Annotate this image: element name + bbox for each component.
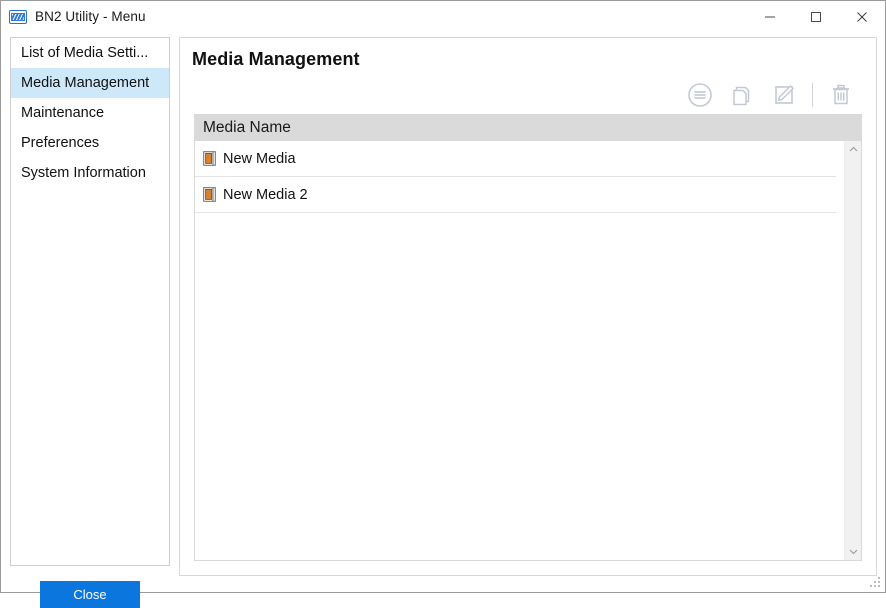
chevron-up-icon[interactable] — [845, 141, 862, 158]
toolbar-separator — [812, 83, 813, 107]
details-icon[interactable] — [683, 78, 717, 112]
app-window: BN2 Utility - Menu List of Media Setti..… — [0, 0, 886, 608]
sidebar-item-maintenance[interactable]: Maintenance — [11, 98, 169, 128]
sidebar-item-media-management[interactable]: Media Management — [11, 68, 169, 98]
sidebar: List of Media Setti... Media Management … — [10, 37, 170, 566]
toolbar — [683, 78, 858, 112]
sidebar-item-list-of-media-settings[interactable]: List of Media Setti... — [11, 38, 169, 68]
minimize-icon[interactable] — [747, 1, 793, 32]
table-header: Media Name — [195, 115, 861, 141]
table-row[interactable]: New Media 2 — [195, 177, 836, 213]
maximize-icon[interactable] — [793, 1, 839, 32]
copy-icon[interactable] — [725, 78, 759, 112]
edit-icon[interactable] — [767, 78, 801, 112]
app-icon — [9, 8, 27, 26]
list-rows: New Media New Media 2 — [195, 141, 844, 560]
row-label: New Media — [223, 150, 296, 167]
window-title: BN2 Utility - Menu — [35, 9, 146, 24]
close-icon[interactable] — [839, 1, 885, 32]
resize-grip[interactable] — [870, 577, 882, 589]
chevron-down-icon[interactable] — [845, 543, 862, 560]
sidebar-item-system-information[interactable]: System Information — [11, 158, 169, 188]
media-icon — [203, 151, 216, 166]
delete-icon[interactable] — [824, 78, 858, 112]
window-controls — [747, 1, 885, 32]
sidebar-item-preferences[interactable]: Preferences — [11, 128, 169, 158]
title-bar: BN2 Utility - Menu — [1, 1, 885, 32]
close-button[interactable]: Close — [40, 581, 140, 608]
table-row[interactable]: New Media — [195, 141, 836, 177]
media-icon — [203, 187, 216, 202]
vertical-scrollbar[interactable] — [844, 141, 861, 560]
column-header-media-name: Media Name — [203, 119, 291, 136]
window-body: List of Media Setti... Media Management … — [1, 32, 885, 608]
row-label: New Media 2 — [223, 186, 308, 203]
media-list: Media Name New Media New Media 2 — [194, 114, 862, 561]
main-panel: Media Management Media Name New Media Ne… — [179, 37, 877, 576]
list-body: New Media New Media 2 — [195, 141, 861, 560]
page-title: Media Management — [192, 49, 360, 69]
